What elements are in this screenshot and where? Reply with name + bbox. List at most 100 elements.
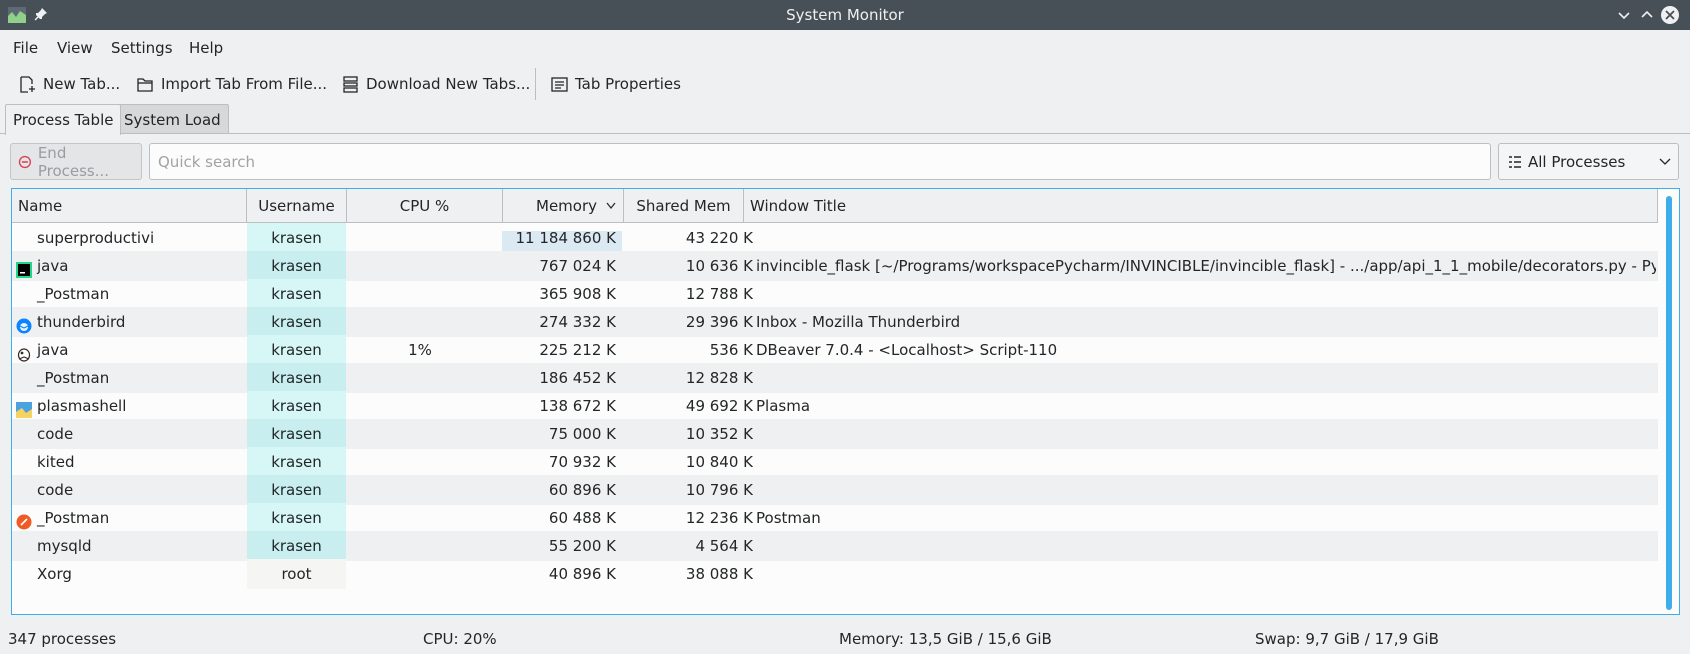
postman-icon xyxy=(16,510,32,530)
process-cpu xyxy=(347,475,493,505)
process-username: krasen xyxy=(247,531,346,561)
new-tab-icon xyxy=(20,75,35,93)
new-tab-label: New Tab... xyxy=(43,75,121,93)
import-tab-button[interactable]: Import Tab From File... xyxy=(137,66,327,102)
process-cpu xyxy=(347,307,493,337)
table-row[interactable]: java krasen 1% 225 212 K 536 K DBeaver 7.0.4 … xyxy=(12,335,1658,365)
folder-open-icon xyxy=(137,77,153,92)
maximize-button[interactable] xyxy=(1637,5,1657,25)
chevron-down-icon xyxy=(1659,158,1671,165)
end-process-button[interactable]: End Process... xyxy=(10,143,142,180)
process-table[interactable]: Name Username CPU % Memory Shared Mem Wi… xyxy=(11,188,1680,615)
process-cpu xyxy=(347,531,493,561)
process-window-title xyxy=(756,559,1656,589)
process-name-cell: code xyxy=(12,419,246,449)
column-memory-label: Memory xyxy=(536,197,598,215)
process-name: kited xyxy=(37,453,75,471)
plasma-icon xyxy=(16,398,32,418)
process-window-title xyxy=(756,279,1656,309)
tab-properties-button[interactable]: Tab Properties xyxy=(551,66,681,102)
process-name: thunderbird xyxy=(37,313,126,331)
tab-panel-border xyxy=(0,133,1690,134)
process-username: krasen xyxy=(247,419,346,449)
menu-help[interactable]: Help xyxy=(189,39,223,57)
process-name-cell: superproductivi xyxy=(12,223,246,253)
column-cpu[interactable]: CPU % xyxy=(347,189,503,223)
process-cpu xyxy=(347,251,493,281)
download-tabs-label: Download New Tabs... xyxy=(366,75,531,93)
process-window-title xyxy=(756,419,1656,449)
process-shared-mem: 12 788 K xyxy=(685,285,753,303)
process-window-title xyxy=(756,223,1656,253)
table-row[interactable]: _Postman krasen 186 452 K 12 828 K xyxy=(12,363,1658,393)
process-memory: 55 200 K xyxy=(548,537,616,555)
process-memory: 40 896 K xyxy=(548,565,616,583)
menu-view[interactable]: View xyxy=(57,39,93,57)
process-shared-mem: 10 352 K xyxy=(685,425,753,443)
process-cpu xyxy=(347,223,493,253)
vertical-scrollbar[interactable] xyxy=(1659,189,1679,614)
process-shared-mem: 10 840 K xyxy=(685,453,753,471)
table-row[interactable]: code krasen 60 896 K 10 796 K xyxy=(12,475,1658,505)
minimize-button[interactable] xyxy=(1614,5,1634,25)
process-window-title: invincible_flask [~/Programs/workspacePy… xyxy=(756,257,1656,275)
table-row[interactable]: _Postman krasen 60 488 K 12 236 K Postman xyxy=(12,503,1658,533)
new-tab-button[interactable]: New Tab... xyxy=(19,66,120,102)
process-name: code xyxy=(37,425,74,443)
column-window-title[interactable]: Window Title xyxy=(744,189,1658,223)
process-cpu xyxy=(347,391,493,421)
table-row[interactable]: plasmashell krasen 138 672 K 49 692 K Plasma xyxy=(12,391,1658,421)
close-button[interactable] xyxy=(1660,5,1680,25)
process-cpu: 1% xyxy=(408,341,432,359)
process-name: java xyxy=(37,341,69,359)
table-row[interactable]: thunderbird krasen 274 332 K 29 396 K Inbox … xyxy=(12,307,1658,337)
table-row[interactable]: Xorg root 40 896 K 38 088 K xyxy=(12,559,1658,589)
process-shared-mem: 10 636 K xyxy=(685,257,753,275)
process-shared-mem: 43 220 K xyxy=(685,229,753,247)
title-bar[interactable]: System Monitor xyxy=(0,0,1690,30)
process-memory: 365 908 K xyxy=(539,285,616,303)
table-row[interactable]: code krasen 75 000 K 10 352 K xyxy=(12,419,1658,449)
sort-descending-icon xyxy=(606,202,616,209)
tab-process-table[interactable]: Process Table xyxy=(5,104,122,135)
process-name: mysqld xyxy=(37,537,92,555)
column-memory[interactable]: Memory xyxy=(503,189,624,223)
download-icon xyxy=(343,75,358,93)
import-tab-label: Import Tab From File... xyxy=(161,75,328,93)
table-row[interactable]: _Postman krasen 365 908 K 12 788 K xyxy=(12,279,1658,309)
menu-file[interactable]: File xyxy=(13,39,38,57)
process-name: superproductivi xyxy=(37,229,155,247)
column-username[interactable]: Username xyxy=(247,189,347,223)
process-name-cell: plasmashell xyxy=(12,391,246,421)
cpu-usage: CPU: 20% xyxy=(423,630,497,648)
table-row[interactable]: java krasen 767 024 K 10 636 Kinvincible_fl… xyxy=(12,251,1658,281)
process-shared-mem: 536 K xyxy=(709,341,753,359)
column-name[interactable]: Name xyxy=(12,189,247,223)
process-memory: 225 212 K xyxy=(539,341,616,359)
process-name: _Postman xyxy=(37,369,110,387)
search-input[interactable]: Quick search xyxy=(149,143,1491,180)
scrollbar-thumb[interactable] xyxy=(1666,196,1672,610)
download-tabs-button[interactable]: Download New Tabs... xyxy=(342,66,530,102)
process-window-title: Plasma xyxy=(756,397,811,415)
table-header: Name Username CPU % Memory Shared Mem Wi… xyxy=(12,189,1658,223)
process-shared-mem: 10 796 K xyxy=(685,481,753,499)
process-memory: 11 184 860 K xyxy=(515,229,617,247)
table-row[interactable]: superproductivi krasen 11 184 860 K 43 220 … xyxy=(12,223,1658,253)
table-row[interactable]: mysqld krasen 55 200 K 4 564 K xyxy=(12,531,1658,561)
menu-settings[interactable]: Settings xyxy=(111,39,173,57)
process-shared-mem: 29 396 K xyxy=(685,313,753,331)
process-memory: 75 000 K xyxy=(548,425,616,443)
thunderbird-icon xyxy=(16,314,32,334)
process-name-cell: java xyxy=(12,335,246,365)
table-row[interactable]: kited krasen 70 932 K 10 840 K xyxy=(12,447,1658,477)
process-memory: 60 488 K xyxy=(548,509,616,527)
tab-system-load[interactable]: System Load xyxy=(116,104,229,134)
process-cpu xyxy=(347,503,493,533)
process-filter-dropdown[interactable]: All Processes xyxy=(1498,143,1679,180)
process-window-title xyxy=(756,475,1656,505)
list-icon xyxy=(1509,155,1521,168)
column-shared-mem[interactable]: Shared Mem xyxy=(624,189,744,223)
tab-bar: Process Table System Load xyxy=(0,104,1690,135)
process-shared-mem: 4 564 K xyxy=(695,537,753,555)
